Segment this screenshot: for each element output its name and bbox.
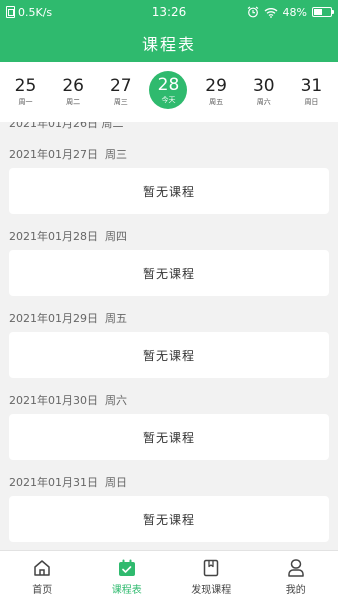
network-speed: 0.5K/s [18,5,53,19]
date-item-26[interactable]: 26 周二 [52,62,95,122]
weekday-label: 周六 [256,98,271,106]
no-course-card[interactable]: 暂无课程 [9,496,329,542]
date-number: 30 [252,76,275,96]
schedule-list[interactable]: 2021年01月26日 周二 2021年01月27日 周三 暂无课程 2021年… [0,122,338,550]
date-header: 2021年01月29日 周五 [9,310,127,326]
date-text: 2021年01月29日 [9,312,98,325]
home-icon [34,560,50,576]
date-item-25[interactable]: 25 周一 [4,62,47,122]
date-number: 31 [300,76,323,96]
wifi-icon [264,7,277,18]
date-number: 25 [14,76,37,96]
nav-profile[interactable]: 我的 [254,551,338,600]
clock: 13:26 [151,5,187,19]
date-text: 2021年01月27日 [9,148,98,161]
date-header: 2021年01月30日 周六 [9,392,127,408]
weekday-label: 周二 [66,98,81,106]
weekday-text: 周六 [105,394,127,407]
nav-label: 课程表 [111,585,142,596]
nav-discover[interactable]: 发现课程 [169,551,254,600]
no-course-card[interactable]: 暂无课程 [9,250,329,296]
nav-label: 首页 [32,585,53,596]
date-header: 2021年01月28日 周四 [9,228,127,244]
date-header: 2021年01月31日 周日 [9,474,127,490]
bottom-nav: 首页 课程表 发现课程 我的 [0,550,338,600]
battery-fill [314,9,322,15]
app-header: 0.5K/s 13:26 48% 课程表 [0,0,338,62]
date-header-partial: 2021年01月26日 周二 [9,122,124,130]
date-item-27[interactable]: 27 周三 [99,62,142,122]
user-icon [288,559,304,577]
weekday-label: 周三 [113,98,128,106]
date-number: 26 [62,76,84,96]
date-item-28-selected[interactable]: 28 今天 [147,62,190,122]
no-course-card[interactable]: 暂无课程 [9,332,329,378]
weekday-text: 周三 [105,148,127,161]
weekday-text: 周四 [105,230,127,243]
date-text: 2021年01月31日 [9,476,98,489]
date-text: 2021年01月30日 [9,394,98,407]
book-icon [204,559,219,577]
date-number: 29 [205,76,227,96]
battery-percent: 48% [282,5,307,19]
nav-schedule[interactable]: 课程表 [85,551,170,600]
week-date-strip: 25 周一 26 周二 27 周三 28 今天 29 周五 30 周六 31 周… [0,62,338,122]
calendar-icon [118,559,135,576]
no-course-card[interactable]: 暂无课程 [9,168,329,214]
nav-label: 我的 [285,585,306,596]
date-text: 2021年01月28日 [9,230,98,243]
date-item-31[interactable]: 31 周日 [290,62,333,122]
sim-card-icon [6,6,15,18]
weekday-label: 周一 [18,98,33,106]
nav-label: 发现课程 [191,585,232,596]
nav-home[interactable]: 首页 [0,551,85,600]
date-item-29[interactable]: 29 周五 [195,62,238,122]
weekday-text: 周日 [105,476,127,489]
date-header: 2021年01月27日 周三 [9,146,127,162]
alarm-icon [247,6,258,18]
battery-icon [312,7,334,17]
weekday-label: 今天 [161,95,176,104]
date-number: 28 [157,74,180,95]
date-item-30[interactable]: 30 周六 [242,62,285,122]
selected-date-circle: 28 今天 [149,71,188,109]
page-title: 课程表 [141,35,196,54]
weekday-label: 周日 [304,98,319,106]
weekday-text: 周五 [105,312,127,325]
weekday-label: 周五 [209,98,224,106]
status-bar: 0.5K/s 13:26 48% [0,0,338,24]
date-number: 27 [109,76,132,96]
no-course-card[interactable]: 暂无课程 [9,414,329,460]
